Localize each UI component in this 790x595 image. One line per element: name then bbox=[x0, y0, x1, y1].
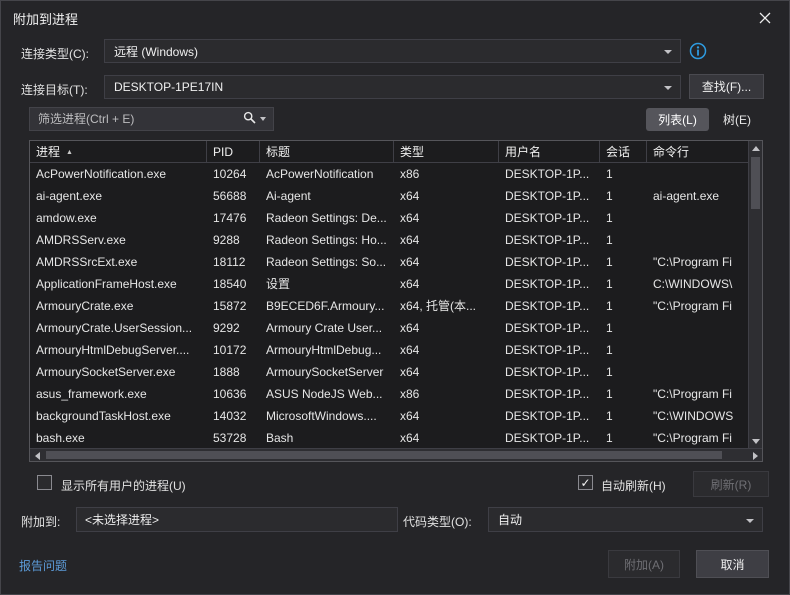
table-row[interactable]: AcPowerNotification.exe 10264 AcPowerNot… bbox=[30, 163, 748, 185]
table-header-row: 进程 ▲ PID 标题 类型 用户名 会话 命令行 bbox=[30, 141, 748, 163]
table-body: AcPowerNotification.exe 10264 AcPowerNot… bbox=[30, 163, 748, 448]
code-type-combo[interactable]: 自动 bbox=[488, 507, 763, 532]
chevron-down-icon bbox=[664, 86, 672, 90]
show-all-users-label: 显示所有用户的进程(U) bbox=[61, 477, 186, 494]
search-icon[interactable] bbox=[243, 111, 256, 127]
table-row[interactable]: ApplicationFrameHost.exe 18540 设置 x64 DE… bbox=[30, 273, 748, 295]
triangle-left-icon bbox=[35, 452, 40, 460]
view-tree-button[interactable]: 树(E) bbox=[713, 108, 761, 131]
table-row[interactable]: AMDRSServ.exe 9288 Radeon Settings: Ho..… bbox=[30, 229, 748, 251]
dialog-title: 附加到进程 bbox=[13, 9, 78, 28]
auto-refresh-checkbox[interactable]: ✓ bbox=[578, 475, 593, 490]
sort-ascending-icon: ▲ bbox=[66, 142, 73, 163]
horizontal-scroll-thumb[interactable] bbox=[46, 451, 722, 459]
column-header-cmdline[interactable]: 命令行 bbox=[647, 141, 748, 163]
table-row[interactable]: ArmouryCrate.UserSession... 9292 Armoury… bbox=[30, 317, 748, 339]
process-table: 进程 ▲ PID 标题 类型 用户名 会话 命令行 AcPowerNotific… bbox=[29, 140, 763, 462]
table-row[interactable]: ArmouryCrate.exe 15872 B9ECED6F.Armoury.… bbox=[30, 295, 748, 317]
triangle-right-icon bbox=[753, 452, 758, 460]
attach-to-field[interactable]: <未选择进程> bbox=[76, 507, 398, 532]
connection-target-label: 连接目标(T): bbox=[21, 81, 88, 98]
table-row[interactable]: amdow.exe 17476 Radeon Settings: De... x… bbox=[30, 207, 748, 229]
auto-refresh-label: 自动刷新(H) bbox=[601, 477, 666, 494]
check-icon: ✓ bbox=[580, 477, 590, 489]
chevron-down-icon bbox=[746, 519, 754, 523]
table-row[interactable]: backgroundTaskHost.exe 14032 MicrosoftWi… bbox=[30, 405, 748, 427]
report-problem-link[interactable]: 报告问题 bbox=[19, 557, 67, 574]
code-type-label: 代码类型(O): bbox=[403, 513, 472, 530]
code-type-value: 自动 bbox=[498, 511, 522, 528]
table-row[interactable]: bash.exe 53728 Bash x64 DESKTOP-1P... 1 … bbox=[30, 427, 748, 448]
vertical-scroll-thumb[interactable] bbox=[751, 157, 760, 209]
table-row[interactable]: AMDRSSrcExt.exe 18112 Radeon Settings: S… bbox=[30, 251, 748, 273]
column-header-process[interactable]: 进程 ▲ bbox=[30, 141, 207, 163]
scroll-left-button[interactable] bbox=[30, 449, 44, 462]
connection-type-combo[interactable]: 远程 (Windows) bbox=[104, 39, 681, 63]
connection-target-combo[interactable]: DESKTOP-1PE17IN bbox=[104, 75, 681, 99]
table-row[interactable]: ArmouryHtmlDebugServer.... 10172 Armoury… bbox=[30, 339, 748, 361]
column-header-type[interactable]: 类型 bbox=[394, 141, 499, 163]
show-all-users-checkbox[interactable]: ✓ bbox=[37, 475, 52, 490]
scroll-down-button[interactable] bbox=[749, 434, 763, 448]
connection-target-value: DESKTOP-1PE17IN bbox=[114, 80, 223, 94]
info-icon[interactable] bbox=[689, 42, 707, 60]
column-header-user[interactable]: 用户名 bbox=[499, 141, 600, 163]
filter-searchbox bbox=[29, 107, 274, 131]
column-header-pid[interactable]: PID bbox=[207, 141, 260, 163]
table-row[interactable]: ArmourySocketServer.exe 1888 ArmourySock… bbox=[30, 361, 748, 383]
view-list-button[interactable]: 列表(L) bbox=[646, 108, 709, 131]
scroll-right-button[interactable] bbox=[748, 449, 762, 462]
vertical-scrollbar[interactable] bbox=[748, 141, 762, 448]
chevron-down-icon bbox=[664, 50, 672, 54]
close-icon bbox=[759, 12, 771, 27]
cancel-button[interactable]: 取消 bbox=[696, 550, 769, 578]
column-header-title[interactable]: 标题 bbox=[260, 141, 394, 163]
column-header-session[interactable]: 会话 bbox=[600, 141, 647, 163]
connection-type-label: 连接类型(C): bbox=[21, 45, 89, 62]
scroll-up-button[interactable] bbox=[749, 141, 763, 155]
attach-to-label: 附加到: bbox=[21, 513, 60, 530]
triangle-down-icon bbox=[752, 439, 760, 444]
connection-type-value: 远程 (Windows) bbox=[114, 43, 198, 60]
table-row[interactable]: asus_framework.exe 10636 ASUS NodeJS Web… bbox=[30, 383, 748, 405]
attach-to-process-dialog: 附加到进程 连接类型(C): 远程 (Windows) 连接目标(T): DES… bbox=[0, 0, 790, 595]
filter-input[interactable] bbox=[30, 112, 243, 126]
attach-button[interactable]: 附加(A) bbox=[608, 550, 680, 578]
refresh-button[interactable]: 刷新(R) bbox=[693, 471, 769, 497]
close-button[interactable] bbox=[749, 6, 781, 32]
find-button[interactable]: 查找(F)... bbox=[689, 74, 764, 99]
horizontal-scrollbar[interactable] bbox=[30, 448, 762, 461]
triangle-up-icon bbox=[752, 146, 760, 151]
search-options-caret-icon[interactable] bbox=[260, 117, 266, 121]
table-row[interactable]: ai-agent.exe 56688 Ai-agent x64 DESKTOP-… bbox=[30, 185, 748, 207]
